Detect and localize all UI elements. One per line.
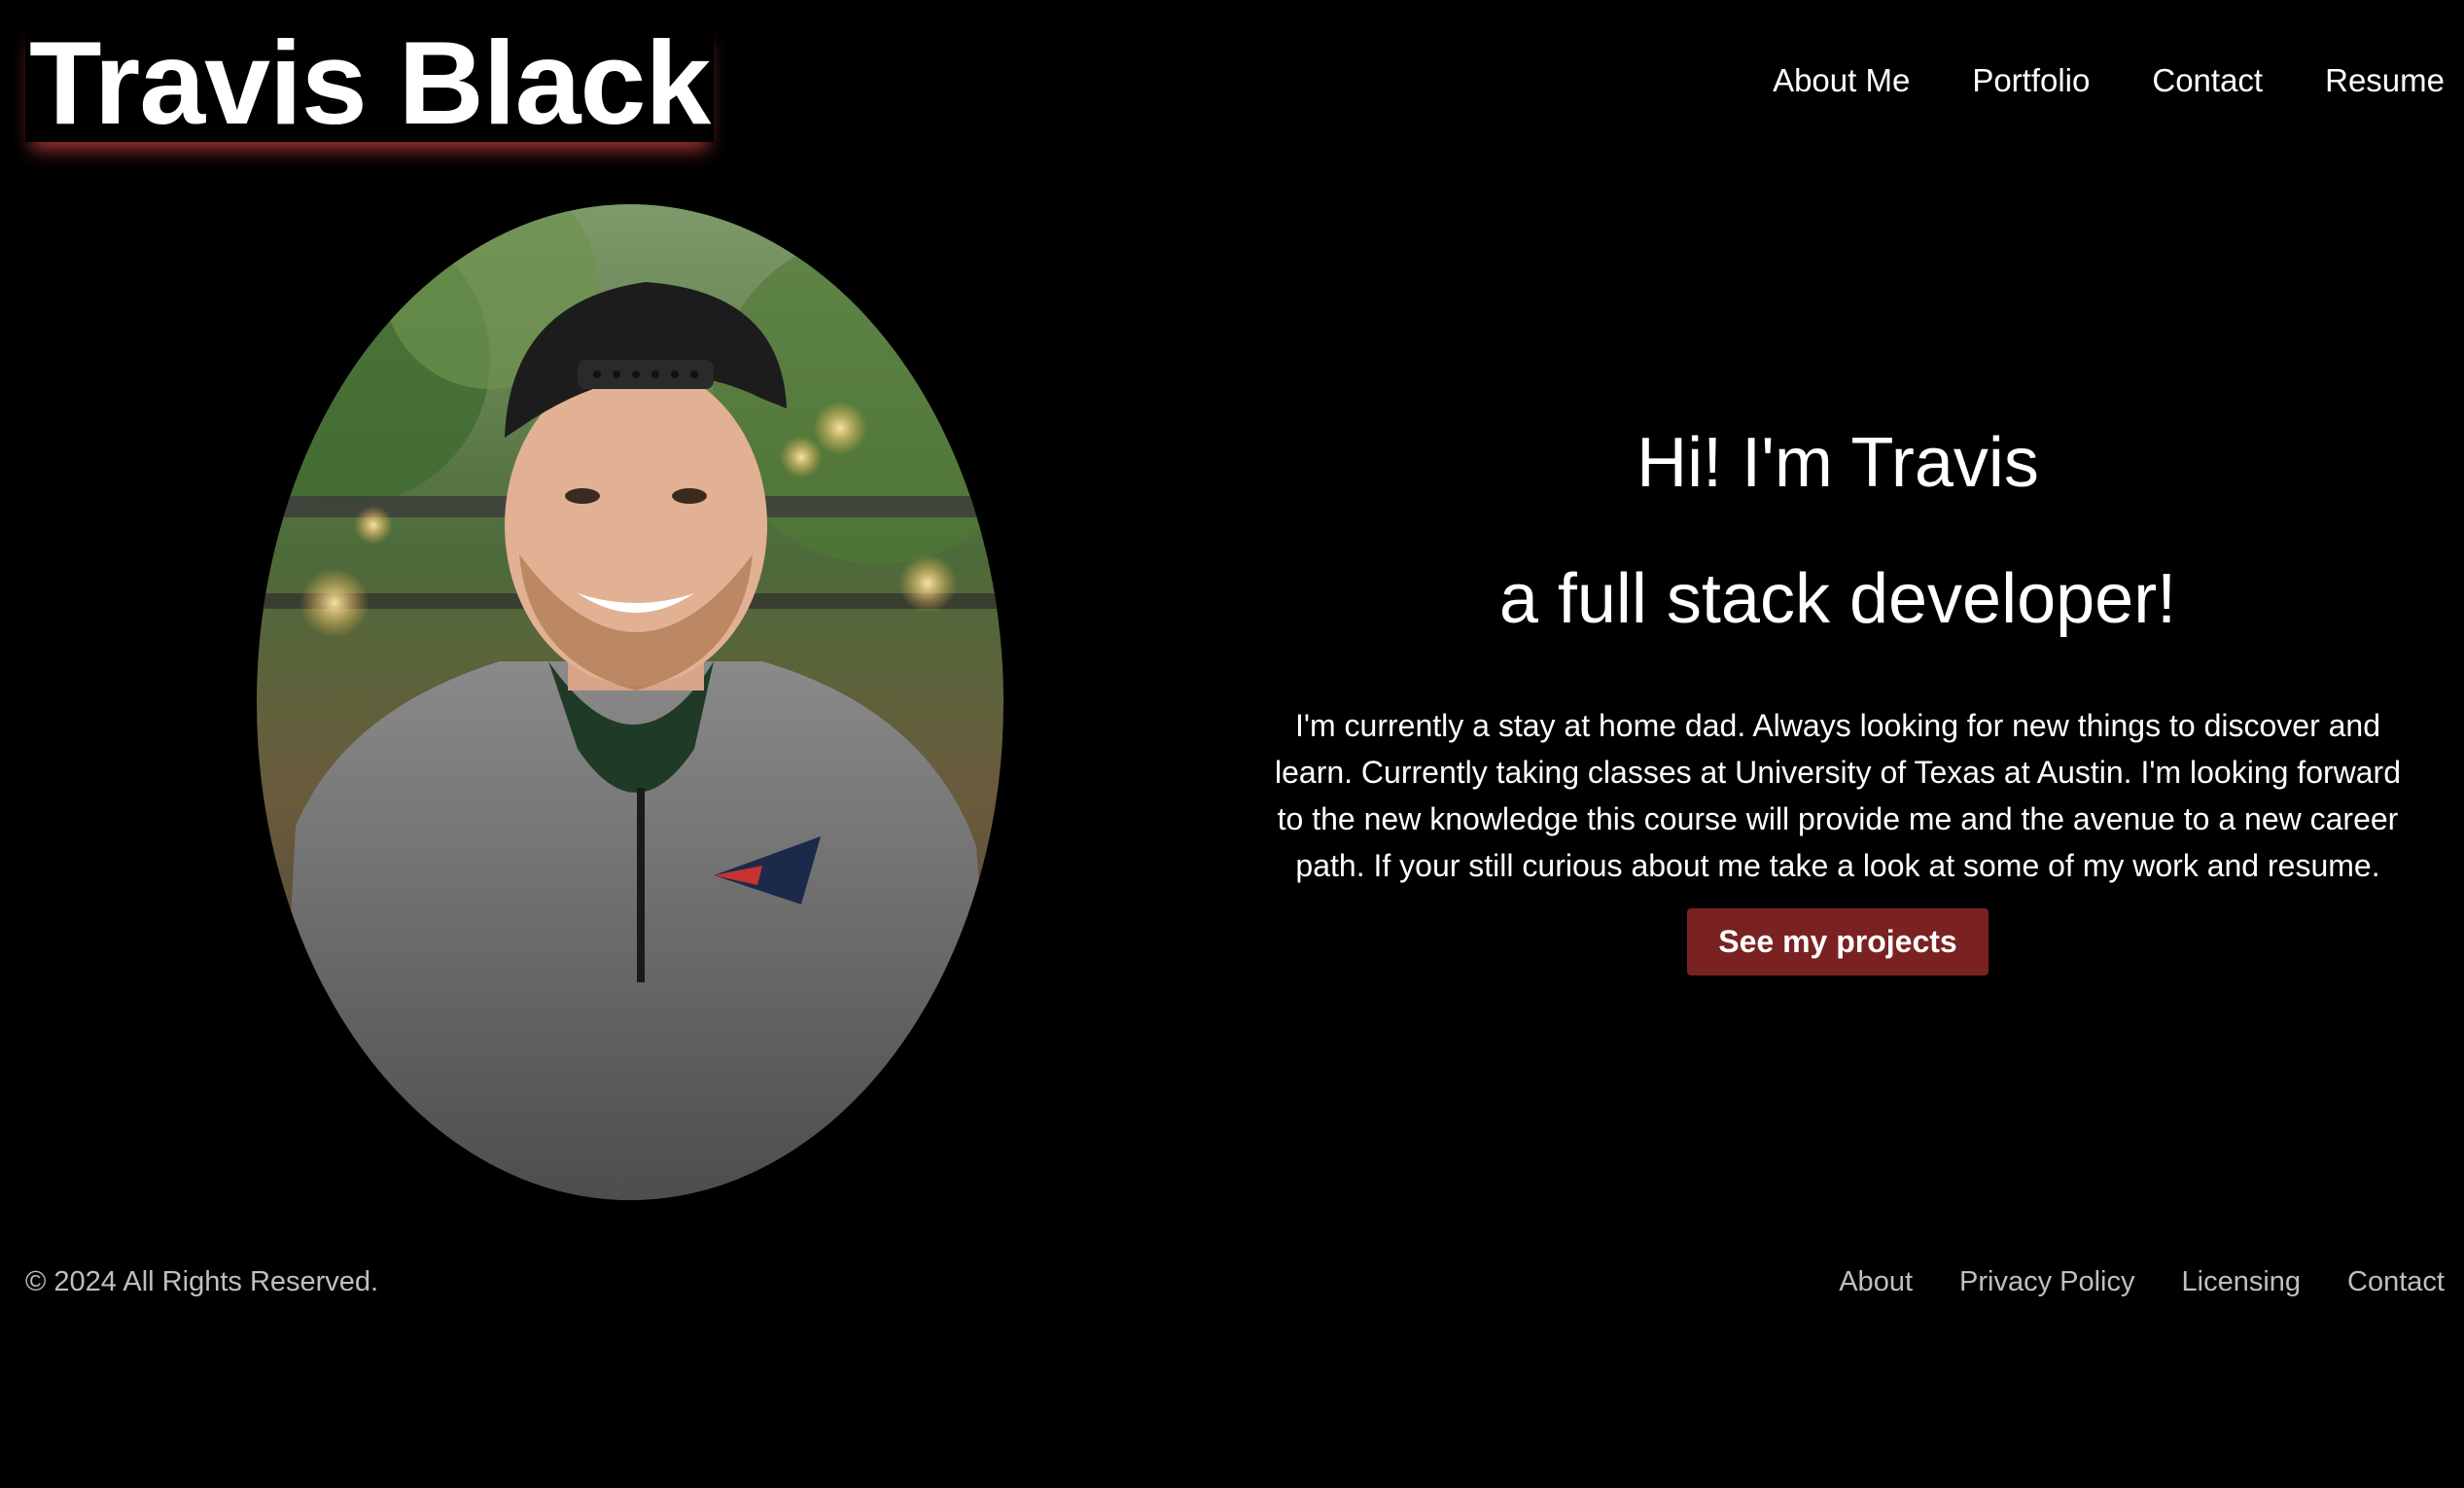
footer-link-licensing[interactable]: Licensing — [2182, 1266, 2302, 1298]
page: Travis Black About Me Portfolio Contact … — [0, 0, 2464, 1488]
copyright-text: © 2024 All Rights Reserved. — [25, 1266, 379, 1297]
nav-about-me[interactable]: About Me — [1773, 62, 1910, 99]
nav-portfolio[interactable]: Portfolio — [1972, 62, 2090, 99]
bio-paragraph: I'm currently a stay at home dad. Always… — [1274, 708, 2401, 883]
see-projects-button[interactable]: See my projects — [1687, 908, 1989, 975]
profile-photo — [257, 204, 1003, 1200]
footer-nav: About Privacy Policy Licensing Contact — [1839, 1266, 2445, 1298]
nav-resume[interactable]: Resume — [2325, 62, 2445, 99]
main-nav: About Me Portfolio Contact Resume — [1773, 62, 2445, 99]
nav-contact[interactable]: Contact — [2152, 62, 2263, 99]
hero-subtitle: a full stack developer! — [1498, 560, 2177, 638]
hero-title: Hi! I'm Travis — [1637, 424, 2039, 502]
footer-link-contact[interactable]: Contact — [2347, 1266, 2445, 1298]
footer-link-about[interactable]: About — [1839, 1266, 1913, 1298]
footer-link-privacy-policy[interactable]: Privacy Policy — [1959, 1266, 2135, 1298]
hero-section: Hi! I'm Travis a full stack developer! I… — [1254, 428, 2421, 975]
site-title: Travis Black — [29, 17, 711, 149]
site-logo[interactable]: Travis Black — [25, 17, 715, 149]
